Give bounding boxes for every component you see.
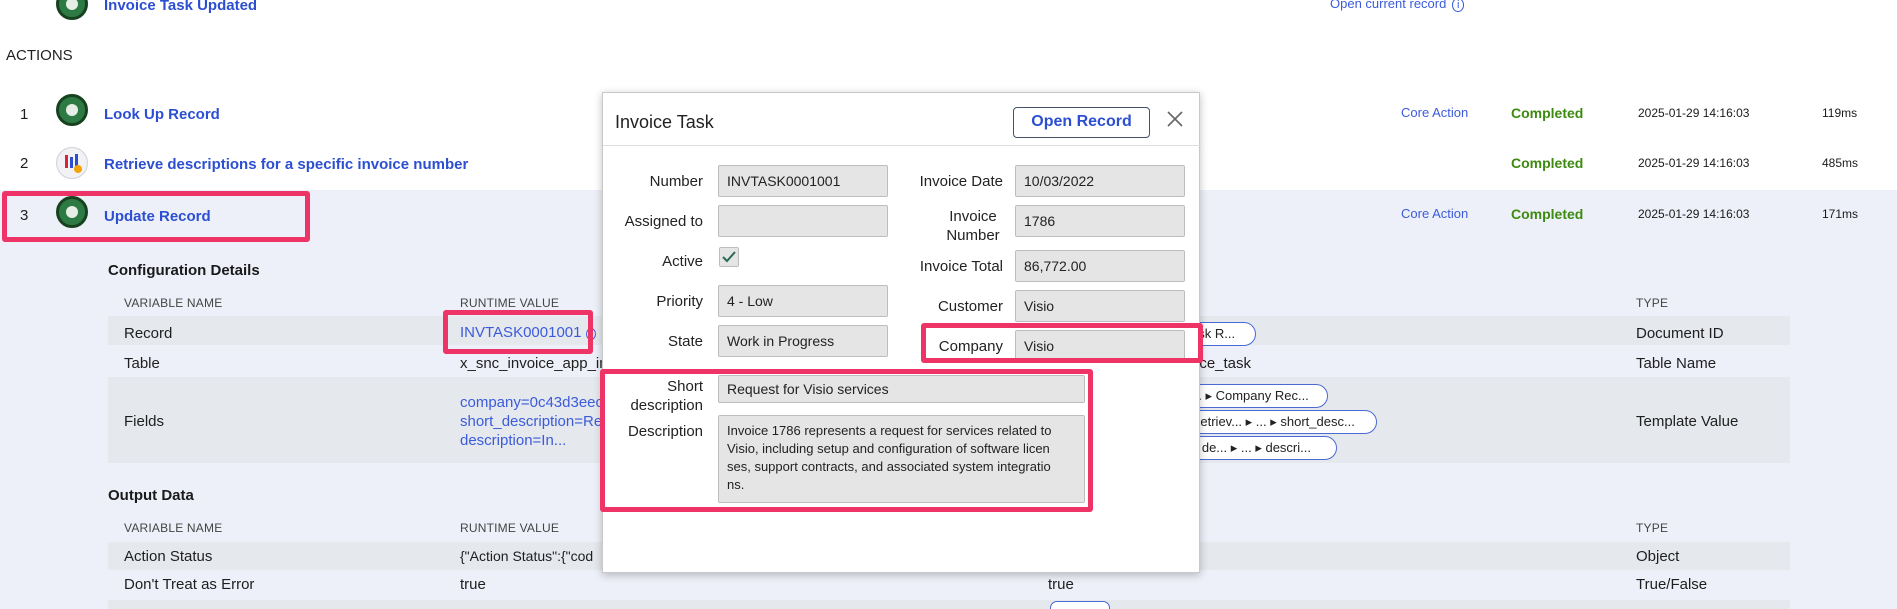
variable-type: True/False: [1636, 576, 1708, 593]
core-action-icon: [56, 94, 88, 126]
state-field[interactable]: Work in Progress: [718, 325, 888, 357]
variable-name: Table: [124, 355, 160, 372]
open-current-record-label: Open current record: [1330, 0, 1447, 11]
invoice-date-field[interactable]: 10/03/2022: [1015, 165, 1185, 197]
action-status: Completed: [1511, 206, 1584, 222]
modal-divider: [603, 145, 1201, 146]
col-header-type: TYPE: [1636, 521, 1669, 535]
highlight-record-value: [443, 310, 593, 354]
open-record-button[interactable]: Open Record: [1013, 107, 1150, 138]
runtime-line: company=0c43d3eec: [460, 394, 604, 411]
variable-type: Document ID: [1636, 325, 1724, 342]
modal-title: Invoice Task: [615, 112, 714, 132]
action-timestamp: 2025-01-29 14:16:03: [1638, 207, 1750, 221]
action-duration: 171ms: [1822, 207, 1859, 221]
number-field[interactable]: INVTASK0001001: [718, 165, 888, 197]
action-duration: 119ms: [1822, 106, 1858, 120]
fields-runtime-link[interactable]: company=0c43d3eec short_description=Re d…: [460, 393, 603, 450]
customer-field[interactable]: Visio: [1015, 290, 1185, 322]
runtime-value: true: [460, 576, 486, 593]
invoice-total-field[interactable]: 86,772.00: [1015, 250, 1185, 282]
data-value: true: [1048, 576, 1074, 593]
active-label: Active: [662, 253, 703, 270]
assigned-to-field[interactable]: [718, 205, 888, 237]
action-timestamp: 2025-01-29 14:16:03: [1638, 156, 1750, 170]
info-icon: i: [1451, 0, 1465, 12]
config-heading: Configuration Details: [108, 262, 260, 279]
invoice-number-label-line: Invoice: [949, 208, 997, 225]
variable-name: Record: [124, 325, 173, 342]
prev-action-link[interactable]: Invoice Task Updated: [104, 0, 257, 14]
close-icon[interactable]: [1163, 107, 1187, 131]
output-heading: Output Data: [108, 487, 194, 504]
action-type[interactable]: Core Action: [1401, 105, 1468, 120]
variable-name: Action Status: [124, 548, 213, 565]
runtime-line: description=In...: [460, 432, 567, 449]
record-preview-modal: Invoice Task Open Record Number INVTASK0…: [600, 92, 1203, 573]
active-checkbox[interactable]: [719, 247, 739, 267]
col-header-type: TYPE: [1636, 296, 1669, 310]
invoice-number-field[interactable]: 1786: [1015, 205, 1185, 237]
data-value: ice_task: [1196, 355, 1252, 372]
action-number: 1: [20, 106, 29, 123]
highlight-update-record: [2, 191, 310, 242]
action-number: 2: [20, 155, 29, 172]
action-name-link[interactable]: Look Up Record: [104, 106, 220, 123]
state-label: State: [667, 333, 703, 350]
customer-label: Customer: [937, 298, 1003, 315]
data-pill[interactable]: [1050, 601, 1110, 609]
open-current-record-link[interactable]: Open current record i: [1330, 0, 1465, 12]
chart-app-icon: [56, 147, 88, 179]
number-label: Number: [649, 173, 703, 190]
invoice-number-label: Invoice Number: [903, 207, 1003, 245]
data-pill[interactable]: e de... ▸ ... ▸ descri...: [1180, 436, 1337, 460]
highlight-company: [921, 323, 1203, 363]
table-row: [108, 600, 1790, 609]
data-pill[interactable]: Retriev... ▸ ... ▸ short_desc...: [1180, 410, 1377, 434]
variable-type: Object: [1636, 548, 1680, 565]
col-header-runtime: RUNTIME VALUE: [460, 296, 560, 310]
action-type[interactable]: Core Action: [1401, 206, 1468, 221]
runtime-line: short_description=Re: [460, 413, 603, 430]
action-status-icon: [56, 0, 88, 20]
action-name-link[interactable]: Retrieve descriptions for a specific inv…: [104, 156, 468, 173]
action-status: Completed: [1511, 105, 1584, 121]
variable-name: Don't Treat as Error: [124, 576, 255, 593]
invoice-number-label-line: Number: [946, 227, 1000, 244]
invoice-date-label: Invoice Date: [919, 173, 1003, 190]
variable-name: Fields: [124, 413, 165, 430]
invoice-total-label: Invoice Total: [919, 258, 1003, 275]
data-pill[interactable]: ... ▸ Company Rec...: [1180, 384, 1328, 408]
action-status: Completed: [1511, 155, 1584, 171]
col-header-variable: VARIABLE NAME: [124, 296, 223, 310]
assigned-to-label: Assigned to: [624, 213, 703, 230]
variable-type: Template Value: [1636, 413, 1739, 430]
actions-heading: ACTIONS: [6, 47, 73, 64]
col-header-variable: VARIABLE NAME: [124, 521, 223, 535]
action-duration: 485ms: [1822, 156, 1859, 170]
col-header-runtime: RUNTIME VALUE: [460, 521, 560, 535]
priority-label: Priority: [656, 293, 703, 310]
runtime-value-link[interactable]: {"Action Status":{"cod: [460, 548, 593, 564]
priority-field[interactable]: 4 - Low: [718, 285, 888, 317]
highlight-descriptions: [600, 369, 1093, 512]
runtime-value: x_snc_invoice_app_inv: [460, 355, 616, 372]
action-timestamp: 2025-01-29 14:16:03: [1638, 106, 1750, 120]
variable-type: Table Name: [1636, 355, 1717, 372]
